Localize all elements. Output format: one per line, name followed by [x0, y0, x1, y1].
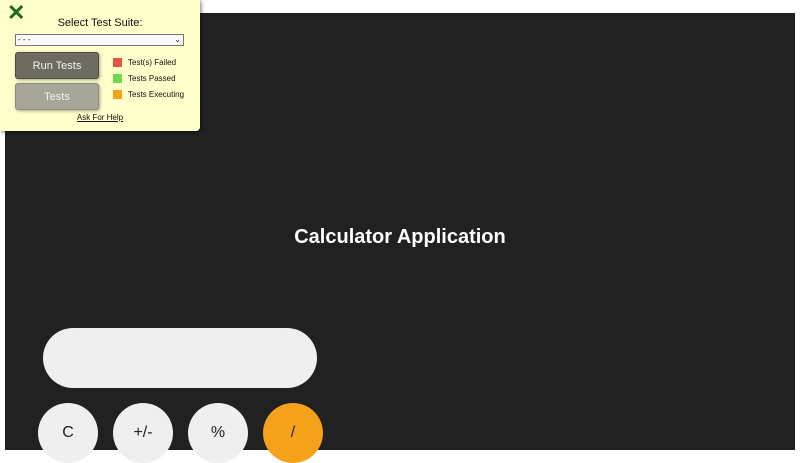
legend-failed-label: Test(s) Failed: [128, 58, 177, 67]
passed-swatch: [113, 74, 122, 83]
percent-button[interactable]: %: [188, 403, 248, 463]
sign-toggle-button[interactable]: +/-: [113, 403, 173, 463]
legend-executing-label: Tests Executing: [128, 90, 185, 99]
chevron-down-icon: ⌄: [174, 35, 181, 44]
suite-selected-value: - - -: [18, 35, 31, 44]
test-suite-select[interactable]: - - - ⌄: [15, 34, 184, 46]
calculator-display: [43, 328, 317, 388]
legend-passed-label: Tests Passed: [128, 74, 176, 83]
app-title: Calculator Application: [294, 226, 506, 248]
ask-for-help-link[interactable]: Ask For Help: [0, 113, 200, 122]
tests-button[interactable]: Tests: [15, 83, 99, 110]
run-tests-button[interactable]: Run Tests: [15, 52, 99, 79]
failed-swatch: [113, 58, 122, 67]
executing-swatch: [113, 90, 122, 99]
test-runner-panel: ✕ Select Test Suite: - - - ⌄ Run Tests T…: [0, 0, 200, 131]
suite-label: Select Test Suite:: [57, 17, 143, 29]
clear-button[interactable]: C: [38, 403, 98, 463]
divide-button[interactable]: /: [263, 403, 323, 463]
